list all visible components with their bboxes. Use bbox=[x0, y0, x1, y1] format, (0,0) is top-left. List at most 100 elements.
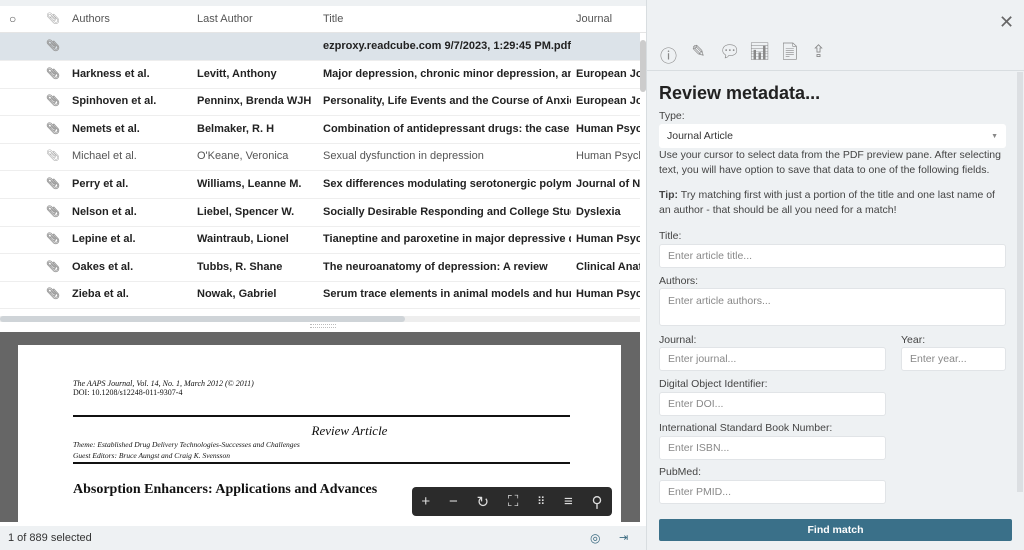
attachment-icon: 📎︎ bbox=[46, 67, 60, 80]
pdf-citation: The AAPS Journal, Vol. 14, No. 1, March … bbox=[73, 379, 254, 388]
cell-title: ezproxy.readcube.com 9/7/2023, 1:29:45 P… bbox=[323, 40, 571, 52]
metrics-icon[interactable]: 📊︎ bbox=[749, 42, 771, 67]
header-last-author[interactable]: Last Author bbox=[197, 6, 319, 33]
status-bar: 1 of 889 selected ◎ ⇥ bbox=[0, 526, 646, 550]
pubmed-input[interactable]: Enter PMID... bbox=[659, 480, 886, 504]
cell-last-author: Tubbs, R. Shane bbox=[197, 260, 283, 273]
rotate-icon[interactable]: ↻ bbox=[476, 493, 489, 511]
year-label: Year: bbox=[901, 334, 926, 346]
files-icon[interactable]: 📄︎ bbox=[779, 42, 801, 67]
table-row[interactable]: 📎︎ Harkness et al. Levitt, Anthony Major… bbox=[0, 61, 640, 89]
cell-last-author: Belmaker, R. H bbox=[197, 122, 275, 135]
cell-last-author: O'Keane, Veronica bbox=[197, 150, 289, 163]
info-icon[interactable]: ⓘ bbox=[659, 42, 678, 67]
thumbnails-icon[interactable]: ⠿ bbox=[537, 495, 545, 508]
pdf-article-type: Review Article bbox=[311, 423, 388, 438]
selection-count: 1 of 889 selected bbox=[8, 532, 92, 544]
cell-last-author: Levitt, Anthony bbox=[197, 67, 277, 80]
divider bbox=[647, 70, 1024, 71]
title-label: Title: bbox=[659, 230, 682, 242]
panel-scrollbar[interactable] bbox=[1017, 72, 1023, 492]
pdf-rule bbox=[73, 462, 570, 464]
table-row[interactable]: 📎︎ Lepine et al. Waintraub, Lionel Tiane… bbox=[0, 226, 640, 255]
find-match-button[interactable]: Find match bbox=[659, 519, 1012, 541]
table-row[interactable]: 📎︎ Nelson et al. Liebel, Spencer W. Soci… bbox=[0, 199, 640, 227]
cell-title: Personality, Life Events and the Course … bbox=[323, 95, 571, 108]
cell-title: The neuroanatomy of depression: A review bbox=[323, 260, 548, 273]
header-title[interactable]: Title bbox=[323, 6, 571, 33]
cell-last-author: Liebel, Spencer W. bbox=[197, 205, 295, 218]
cell-authors: Nemets et al. bbox=[72, 122, 140, 135]
pdf-title: Absorption Enhancers: Applications and A… bbox=[73, 482, 378, 497]
panel-toolbar: ⓘ ✎ 💬︎ 📊︎ 📄︎ ⇪ bbox=[659, 42, 828, 67]
table-horizontal-scrollbar[interactable] bbox=[0, 316, 640, 322]
cell-authors: Michael et al. bbox=[72, 150, 137, 163]
attachment-icon: 📎︎ bbox=[46, 233, 60, 246]
cell-journal: Human Psych bbox=[576, 288, 640, 301]
cell-journal: European Jou bbox=[576, 67, 640, 80]
cell-last-author: Waintraub, Lionel bbox=[197, 233, 289, 246]
tip-text: Tip: Try matching first with just a port… bbox=[659, 188, 1009, 218]
cell-journal: Clinical Anato bbox=[576, 260, 640, 273]
table-row[interactable]: 📎︎ ezproxy.readcube.com 9/7/2023, 1:29:4… bbox=[0, 33, 640, 61]
tip-body: Try matching first with just a portion o… bbox=[659, 189, 995, 216]
close-icon[interactable]: ✕ bbox=[999, 12, 1014, 33]
table-row[interactable]: 📎︎ Michael et al. O'Keane, Veronica Sexu… bbox=[0, 143, 640, 172]
cell-title: Combination of antidepressant drugs: the… bbox=[323, 122, 571, 135]
cell-title: Tianeptine and paroxetine in major depre… bbox=[323, 233, 571, 246]
cell-authors: Harkness et al. bbox=[72, 67, 150, 80]
journal-input[interactable]: Enter journal... bbox=[659, 347, 886, 371]
table-row[interactable]: 📎︎ Zieba et al. Nowak, Gabriel Serum tra… bbox=[0, 281, 640, 310]
search-icon[interactable]: ⚲ bbox=[592, 493, 603, 511]
library-pane: ○ 📎︎ Authors Last Author Title Journal 📎… bbox=[0, 0, 646, 550]
table-row[interactable]: 📎︎ Oakes et al. Tubbs, R. Shane The neur… bbox=[0, 254, 640, 282]
cell-authors: Nelson et al. bbox=[72, 205, 137, 218]
pdf-preview[interactable]: The AAPS Journal, Vol. 14, No. 1, March … bbox=[0, 332, 640, 522]
cell-title: Serum trace elements in animal models an… bbox=[323, 288, 571, 301]
pdf-editors: Guest Editors: Bruce Aungst and Craig K.… bbox=[73, 451, 230, 460]
attachment-icon: 📎︎ bbox=[46, 288, 60, 301]
header-journal[interactable]: Journal bbox=[576, 6, 640, 33]
edit-icon[interactable]: ✎ bbox=[689, 42, 708, 67]
attachment-icon: 📎︎ bbox=[46, 40, 60, 52]
comment-icon[interactable]: 💬︎ bbox=[719, 42, 741, 67]
pubmed-label: PubMed: bbox=[659, 466, 702, 478]
hide-preview-icon[interactable]: ◎ bbox=[590, 526, 600, 550]
outline-icon[interactable]: ≡ bbox=[564, 493, 573, 510]
cell-authors: Spinhoven et al. bbox=[72, 95, 157, 108]
attachment-icon: 📎︎ bbox=[46, 178, 60, 190]
table-row[interactable]: 📎︎ Perry et al. Williams, Leanne M. Sex … bbox=[0, 171, 640, 199]
select-all-checkbox[interactable]: ○ bbox=[9, 6, 16, 33]
table-row[interactable]: 📎︎ Spinhoven et al. Penninx, Brenda WJH … bbox=[0, 88, 640, 117]
attachment-icon: 📎︎ bbox=[46, 150, 60, 163]
cell-journal: Journal of Ne bbox=[576, 178, 640, 190]
title-input[interactable]: Enter article title... bbox=[659, 244, 1006, 268]
metadata-panel: ✕ ⓘ ✎ 💬︎ 📊︎ 📄︎ ⇪ Review metadata... Type… bbox=[646, 0, 1024, 550]
pane-resize-handle[interactable] bbox=[310, 324, 336, 328]
authors-textarea[interactable]: Enter article authors... bbox=[659, 288, 1006, 326]
collapse-panel-icon[interactable]: ⇥ bbox=[619, 526, 628, 550]
attachment-icon: 📎︎ bbox=[46, 13, 60, 25]
isbn-input[interactable]: Enter ISBN... bbox=[659, 436, 886, 460]
table-header: ○ 📎︎ Authors Last Author Title Journal bbox=[0, 6, 646, 33]
header-authors[interactable]: Authors bbox=[72, 6, 192, 33]
year-input[interactable]: Enter year... bbox=[901, 347, 1006, 371]
cell-journal: Human Psych bbox=[576, 150, 640, 163]
share-icon[interactable]: ⇪ bbox=[809, 42, 828, 67]
cell-last-author: Williams, Leanne M. bbox=[197, 178, 302, 190]
pdf-toolbar: + − ↻ ⛶ ⠿ ≡ ⚲ bbox=[412, 487, 612, 516]
zoom-in-icon[interactable]: + bbox=[421, 493, 430, 510]
table-row[interactable]: 📎︎ Nemets et al. Belmaker, R. H Combinat… bbox=[0, 116, 640, 144]
cell-title: Sex differences modulating serotonergic … bbox=[323, 178, 571, 190]
zoom-out-icon[interactable]: − bbox=[449, 493, 458, 510]
doi-input[interactable]: Enter DOI... bbox=[659, 392, 886, 416]
doi-label: Digital Object Identifier: bbox=[659, 378, 768, 390]
cell-authors: Oakes et al. bbox=[72, 260, 134, 273]
attachment-icon: 📎︎ bbox=[46, 122, 60, 135]
pdf-doi: DOI: 10.1208/s12248-011-9307-4 bbox=[73, 388, 183, 397]
chevron-down-icon: ▼ bbox=[991, 132, 998, 140]
cell-journal: Human Psych bbox=[576, 233, 640, 246]
fit-page-icon[interactable]: ⛶ bbox=[508, 493, 519, 510]
type-select[interactable]: Journal Article ▼ bbox=[659, 124, 1006, 148]
cell-title: Sexual dysfunction in depression bbox=[323, 150, 484, 163]
